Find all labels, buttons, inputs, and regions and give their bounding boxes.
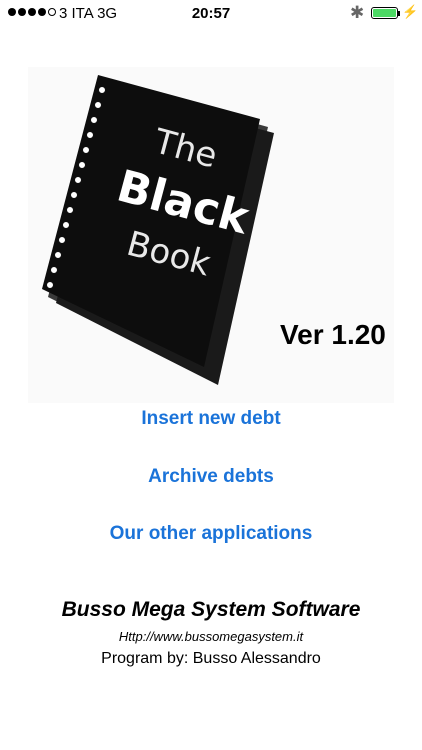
author-credit: Program by: Busso Alessandro — [101, 650, 321, 667]
battery-level — [373, 9, 396, 17]
company-website: Http://www.bussomegasystem.it — [118, 629, 304, 644]
black-book-logo-image: The Black Book — [42, 75, 274, 385]
version-label: Ver 1.20 — [280, 319, 386, 350]
status-bar: 3 ITA 3G 20:57 ✱ ⚡ — [0, 0, 422, 28]
company-name: Busso Mega System Software — [61, 598, 361, 621]
app-screen: 3 ITA 3G 20:57 ✱ ⚡ The Black Book Ver 1.… — [0, 0, 422, 750]
app-logo: The Black Book Ver 1.20 — [28, 67, 394, 403]
charging-bolt-icon: ⚡ — [402, 4, 419, 19]
other-applications-button[interactable]: Our other applications — [0, 523, 422, 545]
bluetooth-icon: ✱ — [350, 3, 365, 22]
archive-debts-button[interactable]: Archive debts — [0, 466, 422, 488]
insert-new-debt-button[interactable]: Insert new debt — [0, 408, 422, 430]
battery-icon — [371, 7, 398, 19]
